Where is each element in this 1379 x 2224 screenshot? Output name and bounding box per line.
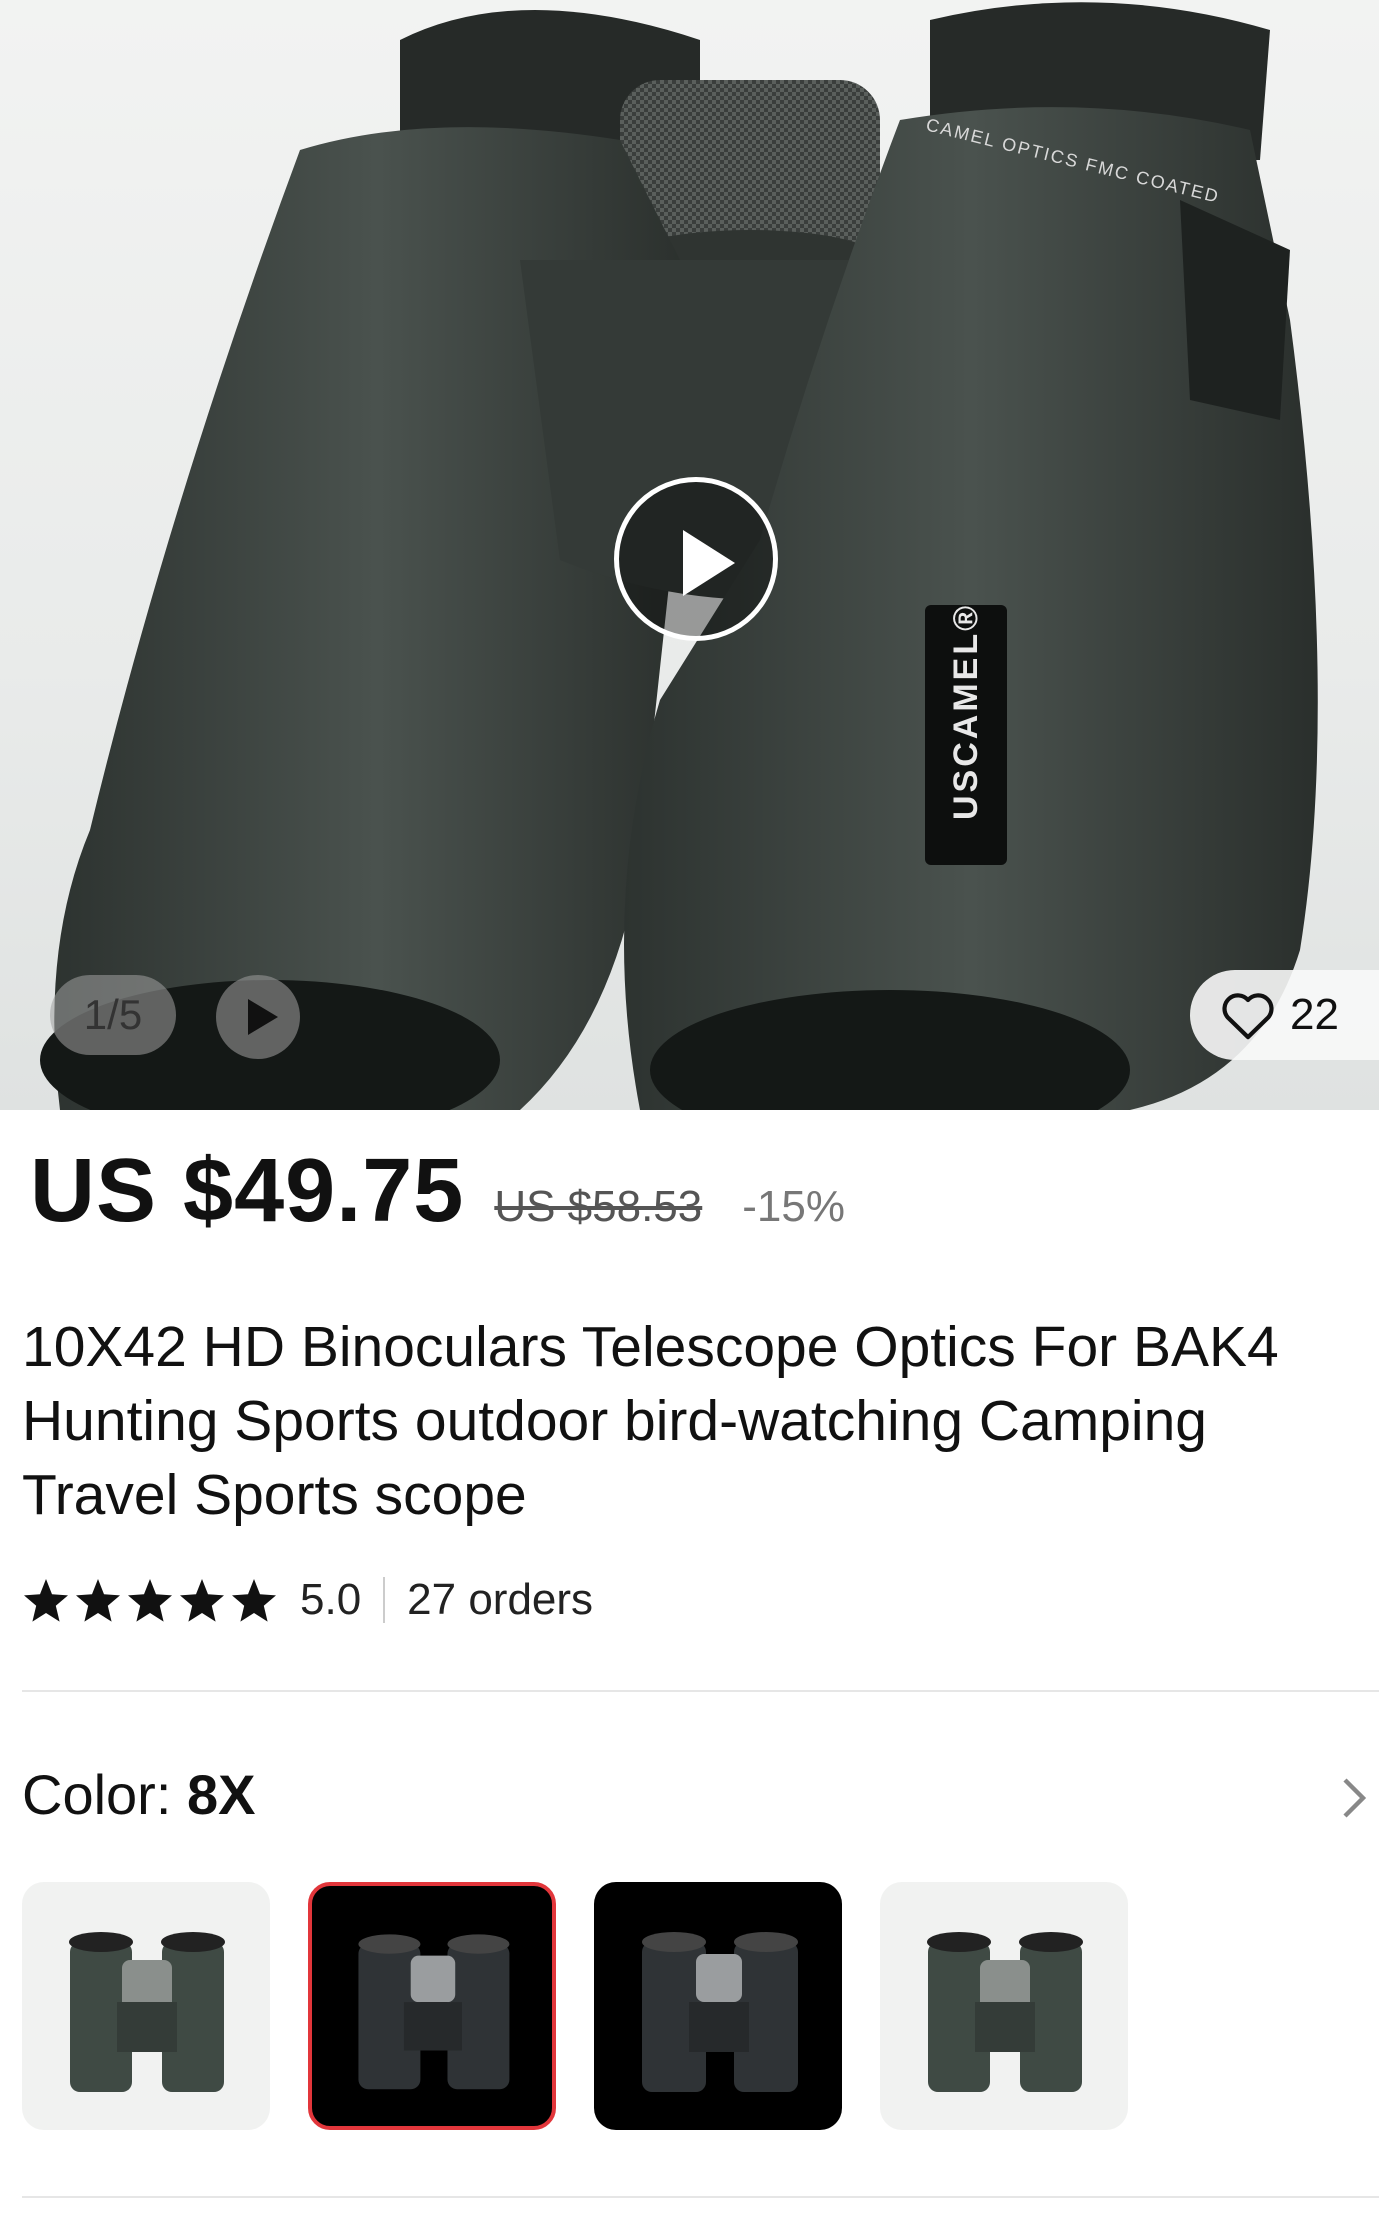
wishlist-count: 22 xyxy=(1290,990,1339,1039)
discount-badge: -15% xyxy=(742,1182,845,1231)
brand-label-text: USCAMEL® xyxy=(947,603,985,820)
rating-stars xyxy=(22,1577,278,1623)
star-icon xyxy=(24,1579,68,1622)
image-counter: 1/5 xyxy=(50,975,176,1055)
black-binocular-thumbnail xyxy=(642,1932,798,2092)
current-price: US $49.75 xyxy=(30,1141,465,1241)
image-counter-text: 1/5 xyxy=(83,991,143,1038)
orders-count: 27 orders xyxy=(407,1575,594,1624)
color-selected-value: 8X xyxy=(186,1763,256,1826)
product-image-gallery[interactable]: USCAMEL® CAMEL OPTICS FMC COATED 1/5 22 xyxy=(0,0,1379,1110)
color-options xyxy=(22,1882,1166,2130)
star-icon xyxy=(180,1579,224,1622)
star-icon xyxy=(232,1579,276,1622)
black-binocular-thumbnail xyxy=(358,1934,510,2090)
price-row: US $49.75 US $58.53 -15% xyxy=(30,1140,845,1243)
section-divider xyxy=(22,2196,1379,2198)
green-binocular-thumbnail xyxy=(69,1932,225,2092)
color-label: Color: xyxy=(22,1763,187,1826)
star-icon xyxy=(76,1579,120,1622)
color-option-black[interactable] xyxy=(594,1882,842,2130)
green-binocular-thumbnail xyxy=(927,1932,1083,2092)
product-title: 10X42 HD Binoculars Telescope Optics For… xyxy=(22,1315,1279,1527)
color-option-black-selected[interactable] xyxy=(308,1882,556,2130)
chevron-right-icon[interactable] xyxy=(1341,1776,1367,1820)
section-divider xyxy=(22,1690,1379,1692)
video-thumbnail-button[interactable] xyxy=(216,975,300,1059)
play-video-button[interactable] xyxy=(614,477,778,641)
color-option-green-2[interactable] xyxy=(880,1882,1128,2130)
star-icon xyxy=(128,1579,172,1622)
play-icon xyxy=(683,530,735,596)
rating-value: 5.0 xyxy=(300,1575,362,1624)
color-selector-header[interactable]: Color: 8X xyxy=(22,1762,1379,1832)
play-icon xyxy=(248,999,278,1035)
divider xyxy=(383,1577,386,1623)
rating-row[interactable]: 5.0 27 orders xyxy=(22,1575,593,1625)
original-price: US $58.53 xyxy=(494,1182,703,1231)
color-option-green[interactable] xyxy=(22,1882,270,2130)
heart-icon xyxy=(1222,993,1274,1040)
wishlist-button[interactable]: 22 xyxy=(1190,970,1379,1060)
